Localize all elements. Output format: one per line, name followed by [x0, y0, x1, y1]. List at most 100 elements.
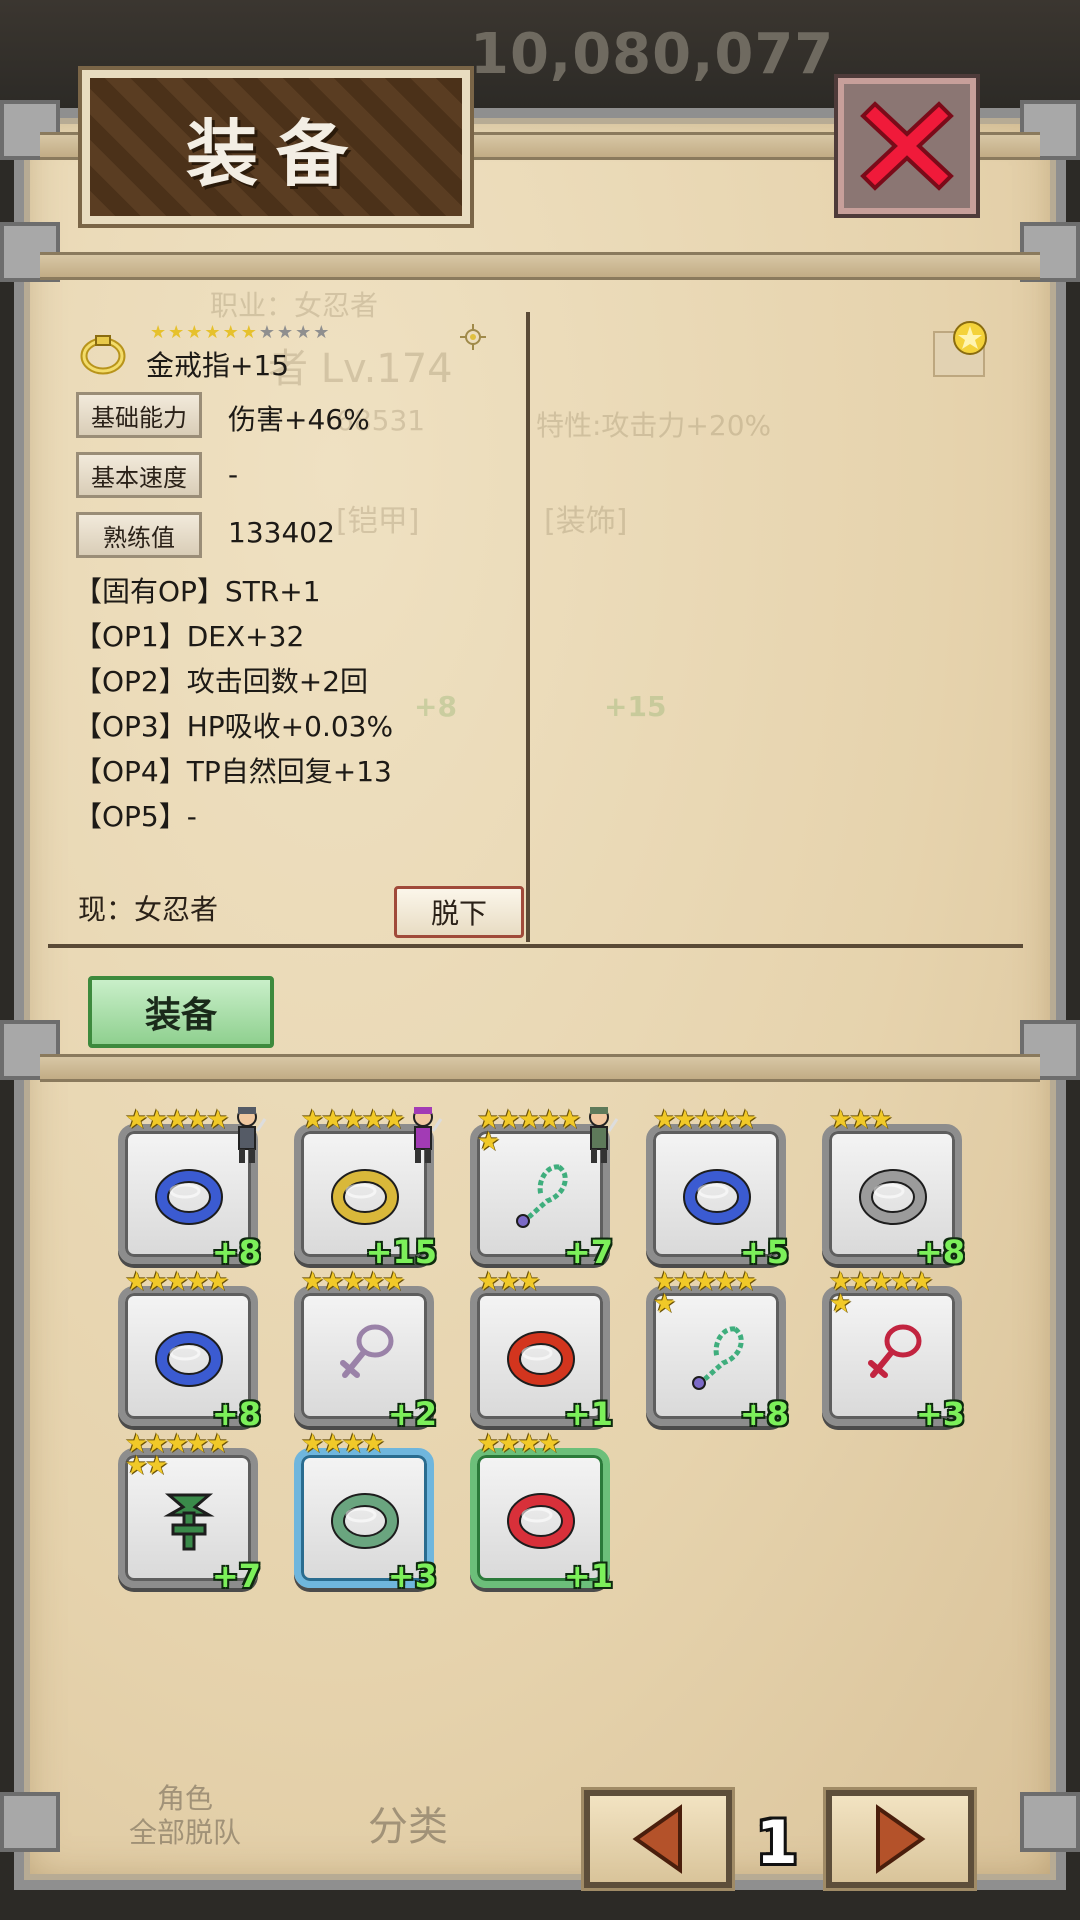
star-filled-icon: ★	[150, 322, 169, 343]
ring-icon	[859, 1169, 927, 1225]
stat-label-base: 基础能力	[76, 392, 202, 438]
next-page-button[interactable]	[823, 1787, 977, 1891]
slot-enhance-level: +7	[211, 1557, 261, 1595]
inventory-slot[interactable]: ★★★ +8	[822, 1107, 965, 1271]
close-icon	[860, 101, 954, 191]
inventory-slot[interactable]: ★★★★★★ +3	[822, 1269, 965, 1433]
title-plaque: 装备	[78, 66, 474, 228]
slot-rarity-stars: ★★★★★★	[829, 1267, 934, 1319]
slot-rarity-stars: ★★★★★	[301, 1105, 406, 1135]
arrow-left-icon	[632, 1804, 682, 1874]
ghost-armor-plus: +8	[414, 690, 457, 723]
inventory-slot[interactable]: ★★★★★ +2	[294, 1269, 437, 1433]
slot-rarity-stars: ★★★★	[477, 1429, 561, 1459]
item-rarity-stars: ★★★★★★★★★★	[150, 322, 331, 343]
star-empty-icon: ★	[313, 322, 332, 343]
panel-rail	[40, 252, 1040, 280]
slot-rarity-stars: ★★★★★★	[477, 1105, 582, 1157]
ghost-trait: 特性:攻击力+20%	[536, 409, 772, 442]
option-line: 【OP2】攻击回数+2回	[74, 665, 369, 698]
slot-enhance-level: +5	[739, 1233, 789, 1271]
option-line: 【OP3】HP吸收+0.03%	[74, 710, 394, 743]
slot-enhance-level: +3	[915, 1395, 965, 1433]
inventory-slot[interactable]: ★★★★ +3	[294, 1431, 437, 1595]
close-button[interactable]	[834, 74, 980, 218]
star-badge-icon[interactable]	[932, 320, 988, 380]
section-divider	[48, 944, 1023, 948]
ring-icon	[331, 1493, 399, 1549]
slot-rarity-stars: ★★★★★	[125, 1105, 230, 1135]
star-filled-icon: ★	[186, 322, 205, 343]
prev-page-button[interactable]	[581, 1787, 735, 1891]
slot-rarity-stars: ★★★	[829, 1105, 893, 1135]
inventory-slot[interactable]: ★★★★★ +8	[118, 1107, 267, 1271]
inventory-slot[interactable]: ★★★★★★★ +7	[118, 1431, 261, 1595]
ring-icon	[507, 1493, 575, 1549]
character-icon	[237, 1107, 267, 1163]
panel-rail	[40, 1054, 1040, 1082]
detail-divider	[526, 312, 530, 942]
target-icon[interactable]	[458, 322, 488, 352]
panel-corner	[1020, 1792, 1080, 1852]
arrow-right-icon	[876, 1804, 926, 1874]
inventory-slot[interactable]: ★★★★★ +5	[646, 1107, 789, 1271]
stat-value-proficiency: 133402	[228, 516, 335, 549]
tab-equip[interactable]: 装备	[88, 976, 274, 1048]
star-filled-icon: ★	[204, 322, 223, 343]
ring-icon	[155, 1169, 223, 1225]
page-number: 1	[756, 1808, 798, 1878]
slot-enhance-level: +15	[365, 1233, 437, 1271]
necklace-icon	[692, 1326, 744, 1390]
option-line: 【OP5】-	[74, 800, 197, 833]
slot-enhance-level: +8	[211, 1395, 261, 1433]
ghost-armor-slot: [铠甲]	[336, 504, 420, 539]
slot-rarity-stars: ★★★	[477, 1267, 541, 1297]
current-owner: 现：女忍者	[78, 893, 219, 926]
gold-ring-icon	[80, 335, 126, 375]
stat-label-proficiency: 熟练值	[76, 512, 202, 558]
star-filled-icon: ★	[240, 322, 259, 343]
star-empty-icon: ★	[258, 322, 277, 343]
option-line: 【固有OP】STR+1	[74, 575, 321, 608]
slot-enhance-level: +2	[387, 1395, 437, 1433]
slot-enhance-level: +8	[211, 1233, 261, 1271]
cross-pendant-icon	[340, 1324, 394, 1378]
inventory-slot[interactable]: ★★★★★★ +7	[470, 1107, 619, 1271]
slot-enhance-level: +3	[387, 1557, 437, 1595]
ring-icon	[507, 1331, 575, 1387]
slot-rarity-stars: ★★★★★	[125, 1267, 230, 1297]
slot-enhance-level: +7	[563, 1233, 613, 1271]
panel-corner	[0, 1792, 60, 1852]
inventory-slot[interactable]: ★★★★★★ +8	[646, 1269, 789, 1433]
inventory-slot[interactable]: ★★★ +1	[470, 1269, 613, 1433]
ghost-category: 分类	[368, 1804, 448, 1850]
character-icon	[413, 1107, 443, 1163]
slot-enhance-level: +1	[563, 1395, 613, 1433]
slot-rarity-stars: ★★★★★	[653, 1105, 758, 1135]
inventory-slot[interactable]: ★★★★★ +8	[118, 1269, 261, 1433]
slot-rarity-stars: ★★★★★	[301, 1267, 406, 1297]
star-empty-icon: ★	[276, 322, 296, 343]
slot-enhance-level: +8	[739, 1395, 789, 1433]
slot-rarity-stars: ★★★★	[301, 1429, 385, 1459]
ring-icon	[683, 1169, 751, 1225]
item-header: ★★★★★★★★★★ 金戒指+15	[80, 322, 500, 382]
star-empty-icon: ★	[295, 322, 314, 343]
ring-icon	[155, 1331, 223, 1387]
ghost-accessory-plus: +15	[604, 690, 667, 723]
cross-pendant-icon	[868, 1324, 922, 1378]
stat-value-speed: -	[228, 458, 239, 491]
ghost-unassign-all: 角色 全部脱队	[128, 1782, 241, 1849]
star-filled-icon: ★	[168, 322, 187, 343]
character-icon	[589, 1107, 619, 1163]
ankh-icon	[163, 1493, 215, 1551]
unequip-button[interactable]: 脱下	[394, 886, 524, 938]
page-title: 装备	[185, 111, 366, 196]
ghost-accessory-slot: [装饰]	[544, 504, 628, 539]
stat-label-speed: 基本速度	[76, 452, 202, 498]
inventory-slot[interactable]: ★★★★ +1	[470, 1431, 613, 1595]
option-line: 【OP1】DEX+32	[74, 620, 305, 653]
inventory-slot[interactable]: ★★★★★ +15	[294, 1107, 443, 1271]
slot-rarity-stars: ★★★★★★	[653, 1267, 758, 1319]
necklace-icon	[516, 1164, 568, 1228]
